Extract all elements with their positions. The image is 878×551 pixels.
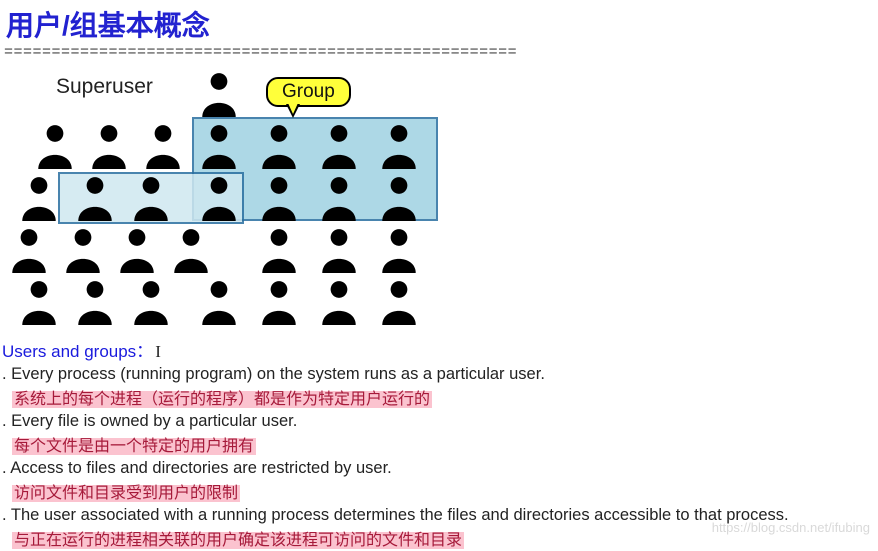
- person-icon: [74, 175, 116, 221]
- point-cn: 访问文件和目录受到用户的限制: [12, 479, 878, 503]
- users-diagram: Superuser Group: [2, 69, 462, 329]
- person-icon: [258, 279, 300, 325]
- person-icon: [18, 279, 60, 325]
- group-label-bubble: Group: [266, 77, 351, 107]
- person-icon: [130, 279, 172, 325]
- watermark: https://blog.csdn.net/ifubing: [712, 520, 870, 535]
- point-en: . Access to files and directories are re…: [2, 459, 878, 478]
- person-icon: [198, 279, 240, 325]
- point-cn-text: 系统上的每个进程（运行的程序）都是作为特定用户运行的: [12, 391, 432, 408]
- person-icon: [318, 279, 360, 325]
- point-cn-text: 每个文件是由一个特定的用户拥有: [12, 438, 256, 455]
- point-cn: 系统上的每个进程（运行的程序）都是作为特定用户运行的: [12, 385, 878, 409]
- text-cursor: I: [155, 342, 161, 362]
- person-icon: [318, 227, 360, 273]
- person-icon: [198, 71, 240, 117]
- person-icon: [18, 175, 60, 221]
- point-cn: 每个文件是由一个特定的用户拥有: [12, 432, 878, 456]
- person-icon: [318, 123, 360, 169]
- person-icon: [198, 175, 240, 221]
- person-icon: [258, 175, 300, 221]
- superuser-label: Superuser: [56, 75, 153, 99]
- person-icon: [116, 227, 158, 273]
- person-icon: [34, 123, 76, 169]
- person-icon: [170, 227, 212, 273]
- person-icon: [62, 227, 104, 273]
- page-title: 用户/组基本概念: [0, 0, 878, 44]
- point-en: . Every file is owned by a particular us…: [2, 412, 878, 431]
- person-icon: [130, 175, 172, 221]
- person-icon: [258, 227, 300, 273]
- divider-line: ========================================…: [0, 44, 878, 61]
- person-icon: [198, 123, 240, 169]
- person-icon: [258, 123, 300, 169]
- person-icon: [378, 175, 420, 221]
- person-icon: [378, 227, 420, 273]
- person-icon: [378, 279, 420, 325]
- person-icon: [88, 123, 130, 169]
- section-heading: Users and groups：I: [2, 337, 878, 362]
- person-icon: [318, 175, 360, 221]
- point-cn-text: 访问文件和目录受到用户的限制: [12, 485, 240, 502]
- person-icon: [378, 123, 420, 169]
- person-icon: [74, 279, 116, 325]
- person-icon: [8, 227, 50, 273]
- section-heading-text: Users and groups：: [2, 342, 153, 361]
- person-icon: [142, 123, 184, 169]
- point-en: . Every process (running program) on the…: [2, 365, 878, 384]
- group-label-tail: [286, 104, 300, 118]
